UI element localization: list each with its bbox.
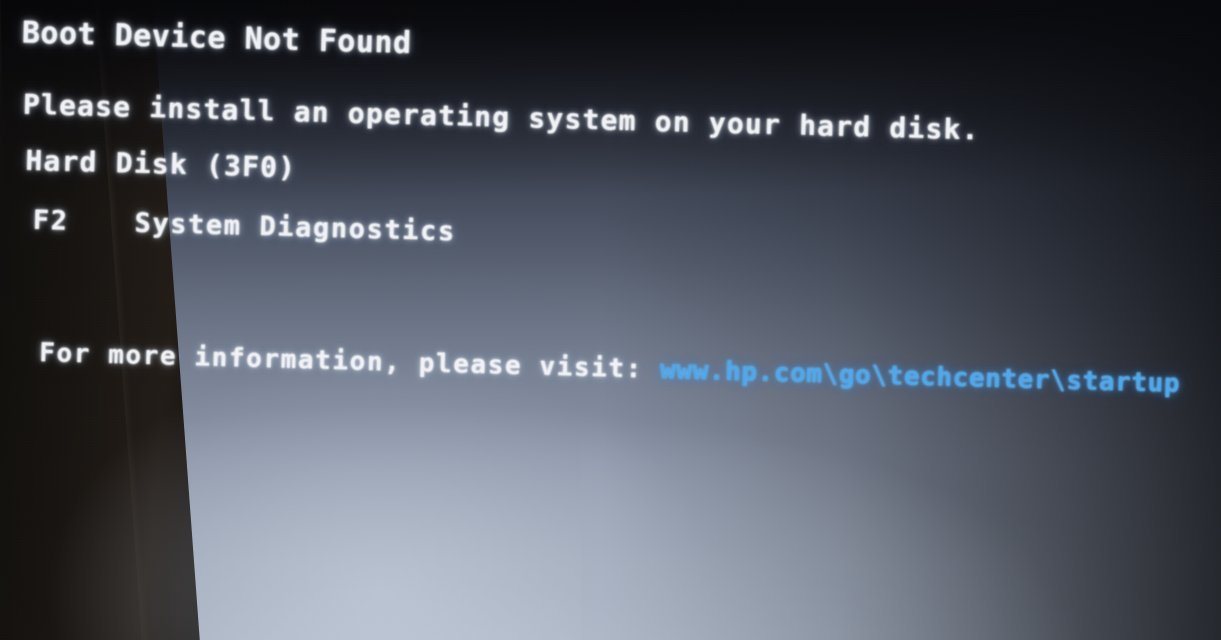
error-title: Boot Device Not Found (21, 15, 413, 62)
error-instruction: Please install an operating system on yo… (22, 87, 981, 147)
more-information-row: For more information, please visit: www.… (39, 338, 1181, 399)
device-identifier: Hard Disk (3F0) (25, 143, 297, 184)
option-label-system-diagnostics: System Diagnostics (134, 207, 457, 248)
bios-message-block: Boot Device Not Found Please install an … (0, 0, 1221, 640)
option-row-system-diagnostics[interactable]: F2 System Diagnostics (32, 205, 456, 247)
option-key-f2: F2 (32, 204, 69, 237)
support-url-link[interactable]: www.hp.com\go\techcenter\startup (660, 355, 1181, 399)
option-spacer (68, 230, 134, 232)
laptop-screen-photo: Boot Device Not Found Please install an … (0, 0, 1221, 640)
more-information-text: For more information, please visit: (38, 338, 644, 385)
